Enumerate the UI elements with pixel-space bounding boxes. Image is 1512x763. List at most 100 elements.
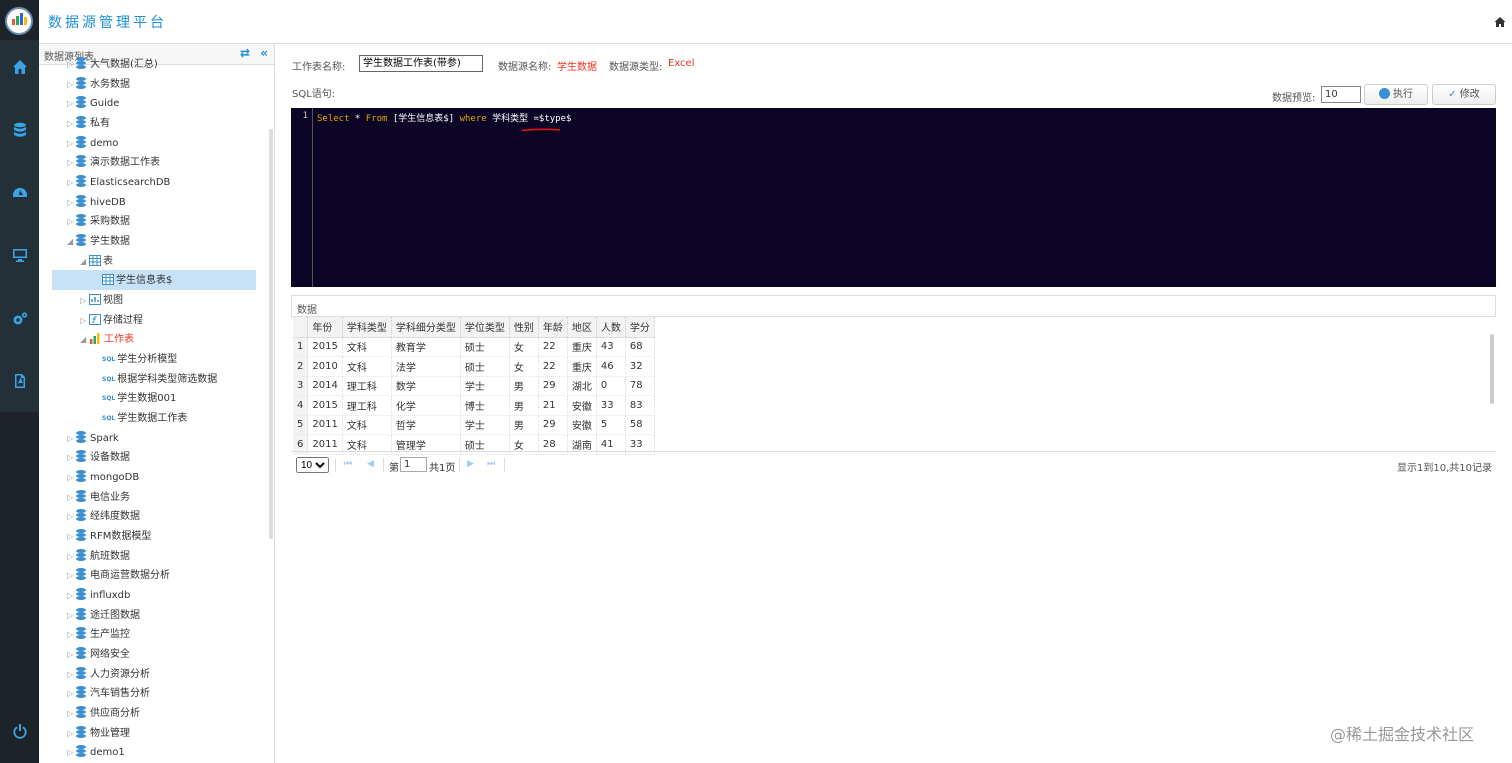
- tree-node[interactable]: ▷ 供应商分析: [67, 704, 140, 723]
- tree-node[interactable]: ▷ 生产监控: [67, 625, 130, 644]
- collapsed-toggle-icon[interactable]: ▷: [80, 291, 89, 310]
- collapsed-toggle-icon[interactable]: ▷: [67, 429, 76, 448]
- tree-node[interactable]: ▷ 航班数据: [67, 547, 130, 566]
- tree-node[interactable]: ▷ RFM数据模型: [67, 527, 151, 546]
- home-icon[interactable]: [1494, 16, 1506, 28]
- tree-node[interactable]: ◢ 表: [80, 252, 113, 271]
- sql-editor[interactable]: 1 Select * From [学生信息表$] where 学科类型 =$ty…: [291, 108, 1496, 287]
- collapse-icon[interactable]: «: [260, 46, 268, 60]
- first-page-icon[interactable]: ⏮: [344, 459, 352, 469]
- tree-node[interactable]: ▷ 电信业务: [67, 488, 130, 507]
- collapsed-toggle-icon[interactable]: ▷: [67, 606, 76, 625]
- next-page-icon[interactable]: ▶: [467, 459, 474, 469]
- column-header[interactable]: [293, 317, 309, 338]
- page-size-select[interactable]: 10: [296, 457, 329, 473]
- collapsed-toggle-icon[interactable]: ▷: [67, 665, 76, 684]
- tree-node[interactable]: SQL 根据学科类型筛选数据: [93, 370, 217, 389]
- collapsed-toggle-icon[interactable]: ▷: [67, 586, 76, 605]
- grid-scrollbar[interactable]: [1490, 334, 1494, 404]
- column-header[interactable]: 学分: [625, 317, 655, 338]
- tree-node[interactable]: ▷ 途迁图数据: [67, 606, 140, 625]
- collapsed-toggle-icon[interactable]: ▷: [67, 193, 76, 212]
- tree-node[interactable]: ▷ 大气数据(汇总): [67, 55, 158, 74]
- pdf-icon[interactable]: [0, 366, 39, 396]
- column-header[interactable]: 年份: [307, 317, 343, 338]
- tree-node[interactable]: SQL 学生数据001: [93, 389, 176, 408]
- home-icon[interactable]: [0, 52, 39, 82]
- tree-node[interactable]: ▷ 设备数据: [67, 448, 130, 467]
- tree-node[interactable]: ▷ demo1: [67, 743, 125, 762]
- settings-icon[interactable]: [0, 304, 39, 334]
- run-button[interactable]: 执行: [1364, 84, 1428, 105]
- tree-node[interactable]: 学生信息表$: [93, 271, 172, 290]
- tree-node[interactable]: SQL 学生分析模型: [93, 350, 177, 369]
- tree-node[interactable]: ▷ mongoDB: [67, 468, 139, 487]
- table-row[interactable]: 4 2015 理工科 化学 博士男 21 安徽 33 83: [293, 395, 655, 416]
- column-header[interactable]: 学位类型: [460, 317, 510, 338]
- tree-node[interactable]: ▷ 物业管理: [67, 724, 130, 743]
- dashboard-icon[interactable]: [0, 178, 39, 208]
- tree-node[interactable]: ▷ 演示数据工作表: [67, 153, 160, 172]
- page-number-input[interactable]: 1: [400, 457, 427, 472]
- tree-node[interactable]: ▷ 经纬度数据: [67, 507, 140, 526]
- tree-node[interactable]: ▷ 网络安全: [67, 645, 130, 664]
- collapsed-toggle-icon[interactable]: ▷: [67, 724, 76, 743]
- edit-button[interactable]: ✓ 修改: [1432, 84, 1496, 105]
- tree-node[interactable]: ▷ 电商运营数据分析: [67, 566, 170, 585]
- collapsed-toggle-icon[interactable]: ▷: [67, 743, 76, 762]
- collapsed-toggle-icon[interactable]: ▷: [67, 55, 76, 74]
- table-row[interactable]: 2 2010 文科 法学 硕士女 22 重庆 46 32: [293, 356, 655, 377]
- column-header[interactable]: 学科细分类型: [391, 317, 461, 338]
- tree-node[interactable]: ▷ 视图: [80, 291, 123, 310]
- collapsed-toggle-icon[interactable]: ▷: [67, 527, 76, 546]
- collapsed-toggle-icon[interactable]: ▷: [67, 704, 76, 723]
- table-row[interactable]: 1 2015 文科 教育学 硕士女 22 重庆 43 68: [293, 337, 655, 357]
- collapsed-toggle-icon[interactable]: ▷: [67, 507, 76, 526]
- column-header[interactable]: 年龄: [538, 317, 568, 338]
- tree-node[interactable]: ▷ 人力资源分析: [67, 665, 150, 684]
- power-icon[interactable]: [0, 716, 39, 746]
- collapsed-toggle-icon[interactable]: ▷: [67, 684, 76, 703]
- collapsed-toggle-icon[interactable]: ▷: [67, 134, 76, 153]
- collapsed-toggle-icon[interactable]: ▷: [67, 153, 76, 172]
- collapsed-toggle-icon[interactable]: ▷: [67, 625, 76, 644]
- tree-node[interactable]: ▷ Guide: [67, 94, 119, 113]
- table-row[interactable]: 5 2011 文科 哲学 学士男 29 安徽 5 58: [293, 415, 655, 435]
- tree-node[interactable]: ▷ Spark: [67, 429, 119, 448]
- collapsed-toggle-icon[interactable]: ▷: [67, 547, 76, 566]
- collapsed-toggle-icon[interactable]: ▷: [67, 645, 76, 664]
- table-row[interactable]: 3 2014 理工科 数学 学士男 29 湖北 0 78: [293, 376, 655, 396]
- collapsed-toggle-icon[interactable]: ▷: [67, 468, 76, 487]
- sheet-name-input[interactable]: 学生数据工作表(带参): [359, 55, 483, 72]
- tree-node[interactable]: SQL 学生数据工作表: [93, 409, 187, 428]
- preview-count-input[interactable]: 10: [1321, 86, 1361, 103]
- expanded-toggle-icon[interactable]: ◢: [80, 330, 89, 349]
- collapsed-toggle-icon[interactable]: ▷: [67, 94, 76, 113]
- column-header[interactable]: 性别: [509, 317, 539, 338]
- collapsed-toggle-icon[interactable]: ▷: [67, 448, 76, 467]
- tree-node[interactable]: ▷ influxdb: [67, 586, 130, 605]
- monitor-icon[interactable]: [0, 240, 39, 270]
- collapsed-toggle-icon[interactable]: ▷: [67, 566, 76, 585]
- refresh-icon[interactable]: ⇄: [240, 46, 250, 60]
- collapsed-toggle-icon[interactable]: ▷: [67, 173, 76, 192]
- tree-node[interactable]: ◢ 学生数据: [67, 232, 130, 251]
- tree-node[interactable]: ▷ 私有: [67, 114, 110, 133]
- collapsed-toggle-icon[interactable]: ▷: [67, 114, 76, 133]
- tree-node[interactable]: ▷ ElasticsearchDB: [67, 173, 170, 192]
- sidebar-scrollbar[interactable]: [269, 129, 273, 539]
- tree-node[interactable]: ▷ demo: [67, 134, 118, 153]
- expanded-toggle-icon[interactable]: ◢: [80, 252, 89, 271]
- tree-node[interactable]: ▷ hiveDB: [67, 193, 126, 212]
- tree-node[interactable]: ▷ 水务数据: [67, 75, 130, 94]
- collapsed-toggle-icon[interactable]: ▷: [67, 488, 76, 507]
- tree-node[interactable]: ▷ 采购数据: [67, 212, 130, 231]
- collapsed-toggle-icon[interactable]: ▷: [80, 311, 89, 330]
- database-icon[interactable]: [0, 115, 39, 145]
- tree-node[interactable]: ▷ 存储过程: [80, 311, 143, 330]
- tree-node[interactable]: ▷ 汽车销售分析: [67, 684, 150, 703]
- column-header[interactable]: 地区: [567, 317, 597, 338]
- expanded-toggle-icon[interactable]: ◢: [67, 232, 76, 251]
- collapsed-toggle-icon[interactable]: ▷: [67, 212, 76, 231]
- prev-page-icon[interactable]: ◀: [367, 459, 374, 469]
